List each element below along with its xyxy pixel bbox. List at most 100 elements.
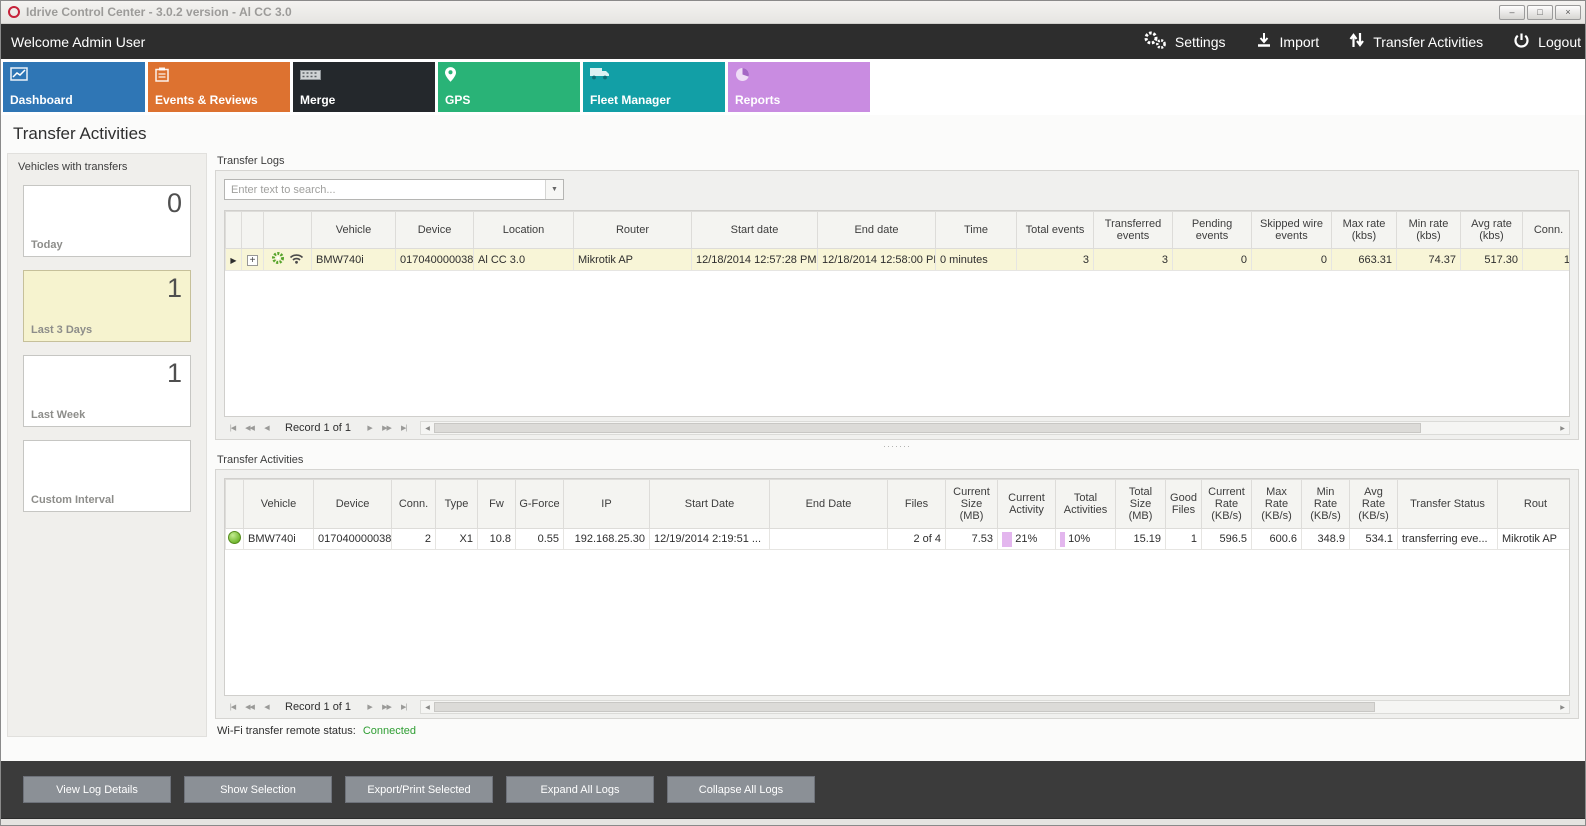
logs-header-total-events[interactable]: Total events xyxy=(1017,212,1094,249)
transfer-logs-row[interactable]: ▶ + BMW740i 017040000038 xyxy=(226,249,1571,271)
tile-reports[interactable]: Reports xyxy=(728,62,870,112)
card-last-week[interactable]: 1 Last Week xyxy=(23,355,191,427)
acts-header-current-activity[interactable]: Current Activity xyxy=(998,480,1056,529)
minimize-button[interactable]: – xyxy=(1499,5,1525,20)
next-page-button[interactable]: ▶▶ xyxy=(378,700,395,714)
search-input[interactable] xyxy=(225,180,545,199)
card-last-3-days[interactable]: 1 Last 3 Days xyxy=(23,270,191,342)
maximize-button[interactable]: □ xyxy=(1527,5,1553,20)
close-button[interactable]: × xyxy=(1555,5,1581,20)
tile-gps[interactable]: GPS xyxy=(438,62,580,112)
logs-header-pending-events[interactable]: Pending events xyxy=(1173,212,1252,249)
transfer-activities-row[interactable]: BMW740i 017040000038 2 X1 10.8 0.55 192.… xyxy=(226,529,1571,550)
acts-header-current-rate[interactable]: Current Rate (KB/s) xyxy=(1202,480,1252,529)
expand-row-icon[interactable]: + xyxy=(247,255,258,266)
tile-dashboard[interactable]: Dashboard xyxy=(3,62,145,112)
acts-header-ip[interactable]: IP xyxy=(564,480,650,529)
logs-header-time[interactable]: Time xyxy=(936,212,1017,249)
tile-merge[interactable]: Merge xyxy=(293,62,435,112)
import-button[interactable]: Import xyxy=(1256,32,1320,51)
logs-header-transferred-events[interactable]: Transferred events xyxy=(1094,212,1173,249)
export-print-selected-button[interactable]: Export/Print Selected xyxy=(345,776,493,803)
logout-label: Logout xyxy=(1538,34,1581,50)
acts-header-type[interactable]: Type xyxy=(436,480,478,529)
view-log-details-button[interactable]: View Log Details xyxy=(23,776,171,803)
card-custom-interval[interactable]: Custom Interval xyxy=(23,440,191,512)
last-record-button[interactable]: ▶| xyxy=(395,700,412,714)
acts-record-navigator: |◀ ◀◀ ◀ Record 1 of 1 ▶ ▶▶ ▶| ◀ ▶ xyxy=(224,696,1570,715)
settings-button[interactable]: Settings xyxy=(1142,30,1226,53)
expand-all-logs-button[interactable]: Expand All Logs xyxy=(506,776,654,803)
tile-events-reviews[interactable]: Events & Reviews xyxy=(148,62,290,112)
scroll-left-icon[interactable]: ◀ xyxy=(421,425,434,432)
acts-header-end-date[interactable]: End Date xyxy=(770,480,888,529)
wifi-status-line: Wi-Fi transfer remote status: Connected xyxy=(215,719,1579,737)
acts-header-avg-rate[interactable]: Avg Rate (KB/s) xyxy=(1350,480,1398,529)
logs-header-location[interactable]: Location xyxy=(474,212,574,249)
gear-icon xyxy=(271,251,285,268)
card-today[interactable]: 0 Today xyxy=(23,185,191,257)
prev-record-button[interactable]: ◀ xyxy=(258,700,275,714)
logs-header-end-date[interactable]: End date xyxy=(818,212,936,249)
logs-header-start-date[interactable]: Start date xyxy=(692,212,818,249)
acts-header-min-rate[interactable]: Min Rate (KB/s) xyxy=(1302,480,1350,529)
acts-header-start-date[interactable]: Start Date xyxy=(650,480,770,529)
acts-header-total-size[interactable]: Total Size (MB) xyxy=(1116,480,1166,529)
acts-header-transfer-status[interactable]: Transfer Status xyxy=(1398,480,1498,529)
logs-header-max-rate[interactable]: Max rate (kbs) xyxy=(1332,212,1397,249)
tile-events-reviews-label: Events & Reviews xyxy=(155,93,258,107)
first-record-button[interactable]: |◀ xyxy=(224,421,241,435)
logs-header-min-rate[interactable]: Min rate (kbs) xyxy=(1397,212,1461,249)
search-dropdown-button[interactable]: ▼ xyxy=(545,180,563,199)
scroll-right-icon[interactable]: ▶ xyxy=(1556,704,1569,711)
acts-header-good-files[interactable]: Good Files xyxy=(1166,480,1202,529)
acts-header-conn[interactable]: Conn. xyxy=(392,480,436,529)
cell-pending-events: 0 xyxy=(1173,249,1252,271)
logs-header-avg-rate[interactable]: Avg rate (kbs) xyxy=(1461,212,1523,249)
logs-header-vehicle[interactable]: Vehicle xyxy=(312,212,396,249)
scroll-left-icon[interactable]: ◀ xyxy=(421,704,434,711)
logout-button[interactable]: Logout xyxy=(1513,32,1581,52)
acts-header-current-size[interactable]: Current Size (MB) xyxy=(946,480,998,529)
show-selection-button[interactable]: Show Selection xyxy=(184,776,332,803)
dashboard-icon xyxy=(10,67,28,86)
logs-header-conn[interactable]: Conn. xyxy=(1523,212,1571,249)
acts-scrollbar-thumb[interactable] xyxy=(434,702,1375,712)
panel-splitter[interactable]: ······· xyxy=(215,440,1579,452)
gears-icon xyxy=(1142,30,1167,53)
row-icons-cell xyxy=(264,249,312,271)
next-page-button[interactable]: ▶▶ xyxy=(378,421,395,435)
last-record-button[interactable]: ▶| xyxy=(395,421,412,435)
acts-header-gforce[interactable]: G-Force xyxy=(516,480,564,529)
first-record-button[interactable]: |◀ xyxy=(224,700,241,714)
topbar-actions: Settings Import Transfer Activities Logo… xyxy=(1142,30,1585,53)
collapse-all-logs-button[interactable]: Collapse All Logs xyxy=(667,776,815,803)
acts-header-total-activities[interactable]: Total Activities xyxy=(1056,480,1116,529)
acts-header-max-rate[interactable]: Max Rate (KB/s) xyxy=(1252,480,1302,529)
logs-header-device[interactable]: Device xyxy=(396,212,474,249)
acts-horizontal-scrollbar[interactable]: ◀ ▶ xyxy=(420,700,1570,714)
card-custom-interval-label: Custom Interval xyxy=(31,494,114,506)
acts-header-fw[interactable]: Fw xyxy=(478,480,516,529)
next-record-button[interactable]: ▶ xyxy=(361,421,378,435)
acts-header-files[interactable]: Files xyxy=(888,480,946,529)
prev-record-button[interactable]: ◀ xyxy=(258,421,275,435)
scroll-right-icon[interactable]: ▶ xyxy=(1556,425,1569,432)
prev-page-button[interactable]: ◀◀ xyxy=(241,700,258,714)
truck-icon xyxy=(590,67,610,85)
logs-header-skipped-wire-events[interactable]: Skipped wire events xyxy=(1252,212,1332,249)
acts-header-router[interactable]: Rout xyxy=(1498,480,1571,529)
transfer-activities-grid: Vehicle Device Conn. Type Fw G-Force IP … xyxy=(224,478,1570,696)
cell-location: Al CC 3.0 xyxy=(474,249,574,271)
logs-scrollbar-thumb[interactable] xyxy=(434,423,1421,433)
prev-page-button[interactable]: ◀◀ xyxy=(241,421,258,435)
tile-fleet-manager[interactable]: Fleet Manager xyxy=(583,62,725,112)
acts-header-device[interactable]: Device xyxy=(314,480,392,529)
logs-header-router[interactable]: Router xyxy=(574,212,692,249)
next-record-button[interactable]: ▶ xyxy=(361,700,378,714)
logs-record-status: Record 1 of 1 xyxy=(285,422,351,434)
acts-header-vehicle[interactable]: Vehicle xyxy=(244,480,314,529)
logs-horizontal-scrollbar[interactable]: ◀ ▶ xyxy=(420,421,1570,435)
transfer-activities-button[interactable]: Transfer Activities xyxy=(1349,32,1483,51)
transfer-logs-grid: Vehicle Device Location Router Start dat… xyxy=(224,210,1570,417)
